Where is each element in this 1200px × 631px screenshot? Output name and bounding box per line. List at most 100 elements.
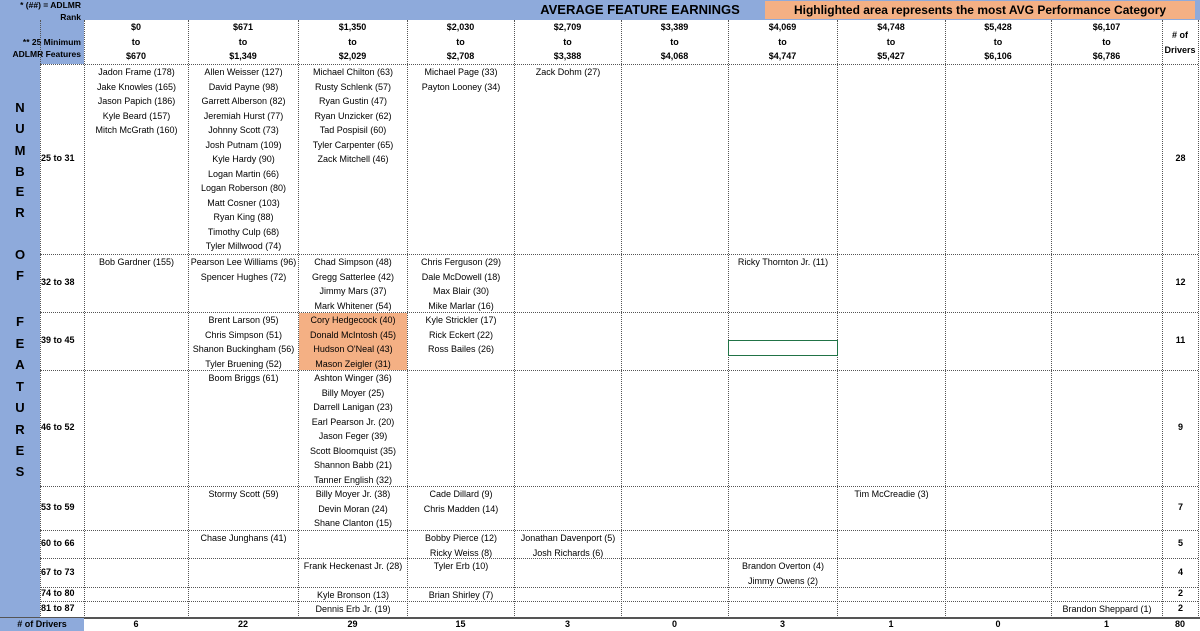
driver-cell[interactable]: Tyler Erb (10): [408, 559, 514, 574]
driver-name: Tyler Carpenter (65): [312, 139, 394, 150]
driver-cell[interactable]: Chad Simpson (48) Gregg Satterlee (42) Jim…: [299, 255, 407, 313]
driver-cell[interactable]: Cory Hedgecock (40) Donald McIntosh (45) H…: [299, 313, 407, 370]
range-lo: $2,709: [553, 22, 582, 32]
driver-cell[interactable]: Chase Junghans (41): [189, 531, 298, 546]
grid-column-line: [621, 20, 622, 618]
range-header: $2,709 to $3,388: [514, 20, 621, 64]
count-header: # of Drivers: [1162, 20, 1198, 72]
vertical-axis-label: NUMBEROFFEATURES: [0, 64, 40, 617]
vertical-letter: R: [15, 205, 25, 220]
range-hi: $670: [125, 51, 147, 61]
driver-name: Chris Ferguson (29): [420, 257, 502, 267]
driver-name: Jimmy Mars (37): [319, 286, 387, 296]
driver-name: Ryan Unzicker (62): [314, 110, 392, 121]
driver-cell[interactable]: Dennis Erb Jr. (19): [299, 602, 407, 617]
driver-name: Josh Richards (6): [532, 547, 604, 558]
vertical-letter: U: [15, 400, 25, 415]
driver-cell[interactable]: Frank Heckenast Jr. (28): [299, 559, 407, 574]
driver-name: Cory Hedgecock (40): [310, 315, 396, 325]
range-hi: $4,068: [660, 51, 689, 61]
driver-name: Stormy Scott (59): [208, 489, 279, 499]
row-label: 25 to 31: [41, 153, 75, 163]
driver-name: Chris Simpson (51): [204, 329, 283, 340]
vertical-letter: T: [16, 379, 24, 394]
driver-cell[interactable]: Billy Moyer Jr. (38) Devin Moran (24) Shan…: [299, 487, 407, 531]
vertical-letter: B: [15, 164, 25, 179]
driver-cell[interactable]: Jadon Frame (178) Jake Knowles (165) Jason…: [85, 65, 188, 138]
vertical-letter: F: [16, 314, 24, 329]
driver-name: Mark Whitener (54): [314, 300, 392, 311]
driver-name: Garrett Alberson (82): [201, 96, 286, 106]
range-to: to: [886, 36, 896, 47]
driver-name: Chris Madden (14): [423, 503, 499, 514]
driver-cell[interactable]: Ricky Thornton Jr. (11): [729, 255, 837, 270]
footer-count: 1: [1103, 619, 1109, 629]
footer-count: 1: [888, 619, 894, 629]
driver-name: Johnny Scott (73): [208, 125, 279, 135]
driver-name: Billy Moyer Jr. (38): [315, 489, 391, 499]
range-header: $3,389 to $4,068: [621, 20, 728, 64]
driver-name: Billy Moyer (25): [321, 387, 385, 398]
grid-column-line: [945, 20, 946, 618]
driver-cell[interactable]: Michael Chilton (63) Rusty Schlenk (57) Ry…: [299, 65, 407, 167]
driver-cell[interactable]: Cade Dillard (9) Chris Madden (14): [408, 487, 514, 516]
range-hi: $5,427: [877, 51, 905, 61]
driver-cell[interactable]: Kyle Strickler (17) Rick Eckert (22) Ross …: [408, 313, 514, 357]
range-to: to: [456, 36, 465, 47]
driver-name: Dale McDowell (18): [421, 271, 501, 282]
range-lo: $1,350: [338, 22, 367, 32]
range-header: $0 to $670: [84, 20, 188, 64]
driver-name: Tad Pospisil (60): [319, 125, 387, 135]
range-to: to: [993, 36, 1003, 47]
grid-column-line: [1198, 20, 1199, 618]
driver-cell[interactable]: Kyle Bronson (13): [299, 588, 407, 603]
range-hi: $2,029: [338, 51, 367, 61]
range-lo: $4,069: [768, 22, 797, 32]
driver-name: Donald McIntosh (45): [309, 329, 397, 340]
driver-cell[interactable]: Michael Page (33) Payton Looney (34): [408, 65, 514, 94]
driver-name: Brent Larson (95): [208, 315, 279, 325]
footer-total: 80: [1174, 619, 1185, 629]
driver-cell[interactable]: Brent Larson (95) Chris Simpson (51) Shano…: [189, 313, 298, 371]
range-hi: $6,786: [1092, 51, 1121, 61]
driver-cell[interactable]: Allen Weisser (127) David Payne (98) Garre…: [189, 65, 298, 254]
grid-column-line: [514, 20, 515, 618]
row-label: 60 to 66: [41, 538, 75, 548]
driver-name: Timothy Culp (68): [207, 226, 280, 237]
grid-column-line: [837, 20, 838, 618]
driver-cell[interactable]: Zack Dohm (27): [515, 65, 621, 80]
footer-label: # of Drivers: [17, 619, 67, 629]
row-label: 74 to 80: [41, 588, 75, 598]
vertical-letter: F: [16, 268, 24, 283]
driver-cell[interactable]: Ashton Winger (36) Billy Moyer (25) Darrel…: [299, 371, 407, 487]
driver-cell[interactable]: Brandon Sheppard (1): [1052, 602, 1162, 617]
driver-name: Jake Knowles (165): [96, 81, 177, 92]
row-driver-count: 5: [1177, 538, 1183, 548]
vertical-letter: S: [15, 464, 25, 479]
driver-cell[interactable]: Pearson Lee Williams (96) Spencer Hughes …: [189, 255, 298, 284]
driver-name: Devin Moran (24): [318, 503, 388, 514]
row-driver-count: 12: [1175, 277, 1186, 287]
range-lo: $0: [130, 22, 141, 32]
driver-cell[interactable]: Bob Gardner (155): [85, 255, 188, 270]
driver-cell[interactable]: Stormy Scott (59): [189, 487, 298, 502]
driver-cell[interactable]: Brian Shirley (7): [408, 588, 514, 603]
driver-cell[interactable]: Bobby Pierce (12) Ricky Weiss (8): [408, 531, 514, 560]
row-driver-count: 7: [1177, 502, 1183, 512]
driver-name: Bob Gardner (155): [98, 257, 175, 267]
grid-row-line: [40, 587, 1198, 588]
driver-name: Ross Bailes (26): [427, 344, 495, 354]
driver-cell[interactable]: Jonathan Davenport (5) Josh Richards (6): [515, 531, 621, 560]
range-to: to: [1102, 36, 1111, 47]
driver-cell[interactable]: Brandon Overton (4) Jimmy Owens (2): [729, 559, 837, 588]
vertical-letter: N: [15, 100, 25, 115]
driver-name: Darrell Lanigan (23): [313, 402, 393, 412]
selected-cell[interactable]: [728, 340, 838, 356]
driver-cell[interactable]: Boom Briggs (61): [189, 371, 298, 386]
range-header: $1,350 to $2,029: [298, 20, 407, 64]
corner-line1: * (##) = ADLMR: [20, 0, 81, 10]
driver-name: Payton Looney (34): [421, 81, 501, 92]
driver-cell[interactable]: Tim McCreadie (3): [838, 487, 945, 502]
vertical-letter: U: [15, 121, 25, 136]
driver-cell[interactable]: Chris Ferguson (29) Dale McDowell (18) Max…: [408, 255, 514, 313]
